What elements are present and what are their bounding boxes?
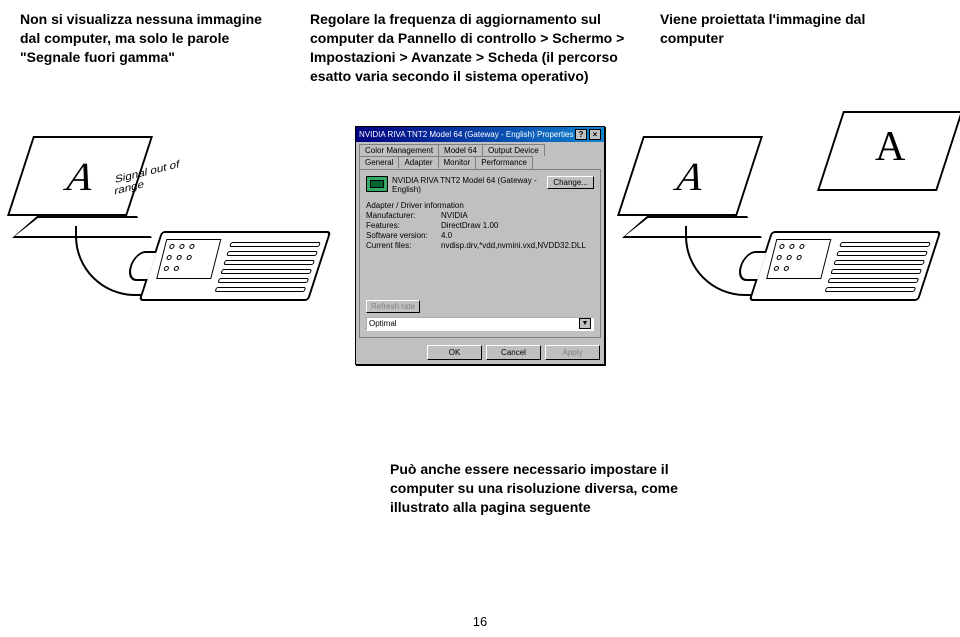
tab-model64[interactable]: Model 64 (438, 144, 483, 156)
kv-key: Features: (366, 221, 441, 230)
chip-icon (366, 176, 388, 192)
tab-monitor[interactable]: Monitor (438, 156, 477, 169)
kv-key: Current files: (366, 241, 441, 250)
combo-value: Optimal (369, 319, 397, 328)
illustration-left: A Signal out of range (20, 126, 330, 336)
kv-key: Software version: (366, 231, 441, 240)
dialog-title: NVIDIA RIVA TNT2 Model 64 (Gateway - Eng… (359, 130, 573, 139)
caption: Può anche essere necessario impostare il… (390, 460, 680, 517)
close-icon[interactable]: × (589, 129, 601, 140)
page-number: 16 (0, 614, 960, 629)
titlebar: NVIDIA RIVA TNT2 Model 64 (Gateway - Eng… (356, 127, 604, 142)
laptop-letter: A (669, 153, 713, 200)
refresh-rate-combo[interactable]: Optimal ▼ (366, 317, 594, 331)
help-icon[interactable]: ? (575, 129, 587, 140)
cancel-button[interactable]: Cancel (486, 345, 541, 360)
kv-key: Manufacturer: (366, 211, 441, 220)
refresh-rate-label: Refresh rate (366, 300, 420, 313)
tab-output-device[interactable]: Output Device (482, 144, 545, 156)
header-row: Non si visualizza nessuna immagine dal c… (0, 0, 960, 86)
illustration-right: A (630, 126, 940, 336)
tab-color-management[interactable]: Color Management (359, 144, 439, 156)
ok-button[interactable]: OK (427, 345, 482, 360)
laptop-letter: A (59, 153, 103, 200)
driver-name: NVIDIA RIVA TNT2 Model 64 (Gateway - Eng… (392, 176, 543, 195)
kv-val: nvdisp.drv,*vdd,nvmini.vxd,NVDD32.DLL (441, 241, 594, 250)
projector (760, 231, 930, 301)
kv-val: 4.0 (441, 231, 594, 240)
apply-button[interactable]: Apply (545, 345, 600, 360)
tab-adapter[interactable]: Adapter (398, 156, 438, 169)
tab-general[interactable]: General (359, 156, 399, 169)
col-result: Viene proiettata l'immagine dal computer (660, 10, 940, 86)
col-action: Regolare la frequenza di aggiornamento s… (310, 10, 660, 86)
properties-dialog: NVIDIA RIVA TNT2 Model 64 (Gateway - Eng… (355, 126, 605, 365)
section-label: Adapter / Driver information (366, 201, 594, 210)
projector (150, 231, 320, 301)
tab-performance[interactable]: Performance (475, 156, 533, 169)
projected-letter: A (875, 123, 905, 171)
change-button[interactable]: Change... (547, 176, 594, 189)
col-problem: Non si visualizza nessuna immagine dal c… (20, 10, 310, 86)
kv-val: DirectDraw 1.00 (441, 221, 594, 230)
kv-val: NVIDIA (441, 211, 594, 220)
projected-screen: A (830, 111, 950, 191)
chevron-down-icon[interactable]: ▼ (579, 318, 591, 329)
signal-text: Signal out of range (114, 158, 180, 197)
